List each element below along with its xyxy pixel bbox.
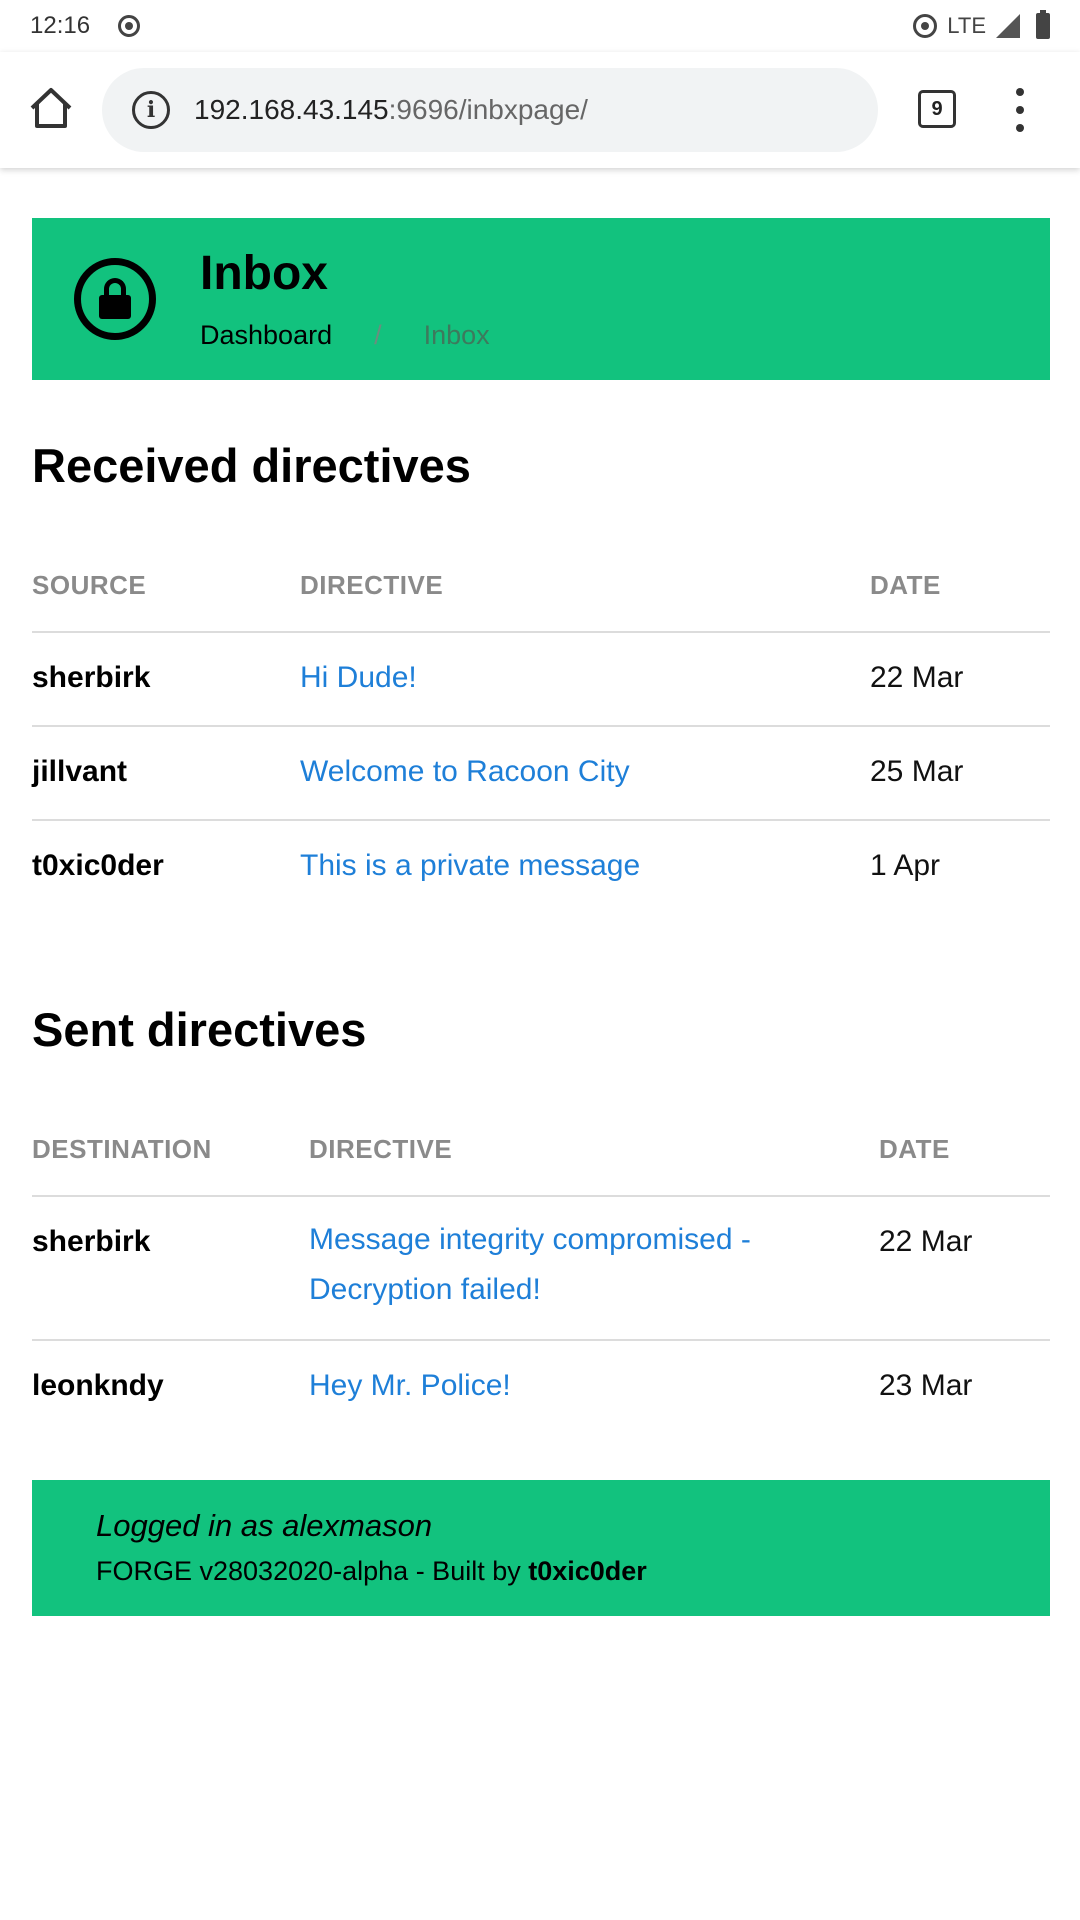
row-date: 22 Mar [879,1196,1050,1341]
notification-dot-icon [118,15,141,37]
row-destination: sherbirk [32,1196,309,1341]
breadcrumb-dashboard[interactable]: Dashboard [200,320,332,351]
directive-link[interactable]: Welcome to Racoon City [300,747,630,797]
breadcrumb: Dashboard / Inbox [200,320,490,351]
table-row: sherbirk Message integrity compromised -… [32,1196,1050,1341]
column-header-directive: DIRECTIVE [300,540,870,633]
hotspot-icon [913,14,938,38]
table-header-row: DESTINATION DIRECTIVE DATE [32,1104,1050,1197]
column-header-directive: DIRECTIVE [309,1104,879,1197]
page-header: Inbox Dashboard / Inbox [32,218,1050,380]
url-text[interactable]: 192.168.43.145:9696/inbxpage/ [194,94,588,126]
column-header-date: DATE [879,1104,1050,1197]
column-header-date: DATE [870,540,1050,633]
directive-link[interactable]: This is a private message [300,841,640,891]
table-row: sherbirk Hi Dude! 22 Mar [32,632,1050,727]
row-date: 22 Mar [870,632,1050,727]
received-table: SOURCE DIRECTIVE DATE sherbirk Hi Dude! … [32,540,1050,914]
build-info: FORGE v28032020-alpha - Built by t0xic0d… [96,1556,647,1587]
received-section-title: Received directives [32,439,471,492]
row-date: 23 Mar [879,1369,973,1402]
directive-link[interactable]: Hey Mr. Police! [309,1361,511,1411]
column-header-destination: DESTINATION [32,1104,309,1197]
author-name: t0xic0der [528,1556,647,1586]
lock-icon [74,258,156,340]
network-type: LTE [947,13,986,38]
row-source: t0xic0der [32,849,164,882]
table-row: leonkndy Hey Mr. Police! 23 Mar [32,1340,1050,1434]
table-row: jillvant Welcome to Racoon City 25 Mar [32,726,1050,821]
column-header-source: SOURCE [32,540,300,633]
tab-switcher-button[interactable]: 9 [918,90,956,128]
directive-link[interactable]: Message integrity compromised - Decrypti… [309,1215,879,1315]
row-date: 1 Apr [870,849,941,882]
table-row: t0xic0der This is a private message 1 Ap… [32,820,1050,914]
more-menu-icon[interactable] [1010,88,1030,132]
logged-in-text: Logged in as alexmason [96,1508,433,1543]
status-bar: 12:16 LTE [0,0,1080,52]
row-source: jillvant [32,726,300,821]
address-bar[interactable]: i 192.168.43.145:9696/inbxpage/ [102,68,878,152]
row-source: sherbirk [32,632,300,727]
page-title: Inbox [200,247,328,300]
info-icon[interactable]: i [132,91,170,129]
breadcrumb-separator: / [374,320,382,350]
battery-icon [1036,10,1050,39]
signal-icon [996,14,1020,38]
table-header-row: SOURCE DIRECTIVE DATE [32,540,1050,633]
directive-link[interactable]: Hi Dude! [300,653,417,703]
build-text: FORGE v28032020-alpha - Built by [96,1556,529,1586]
url-path: :9696/inbxpage/ [388,94,588,125]
status-time: 12:16 [30,12,91,39]
sent-table: DESTINATION DIRECTIVE DATE sherbirk Mess… [32,1104,1050,1434]
row-destination: leonkndy [32,1369,164,1402]
page-footer: Logged in as alexmason FORGE v28032020-a… [32,1480,1050,1616]
home-icon[interactable] [28,86,74,130]
breadcrumb-current: Inbox [423,320,490,350]
sent-section-title: Sent directives [32,1003,367,1056]
row-date: 25 Mar [870,726,1050,821]
status-icons: LTE [913,10,1050,39]
browser-toolbar: i 192.168.43.145:9696/inbxpage/ 9 [0,52,1080,168]
url-host: 192.168.43.145 [194,94,389,125]
